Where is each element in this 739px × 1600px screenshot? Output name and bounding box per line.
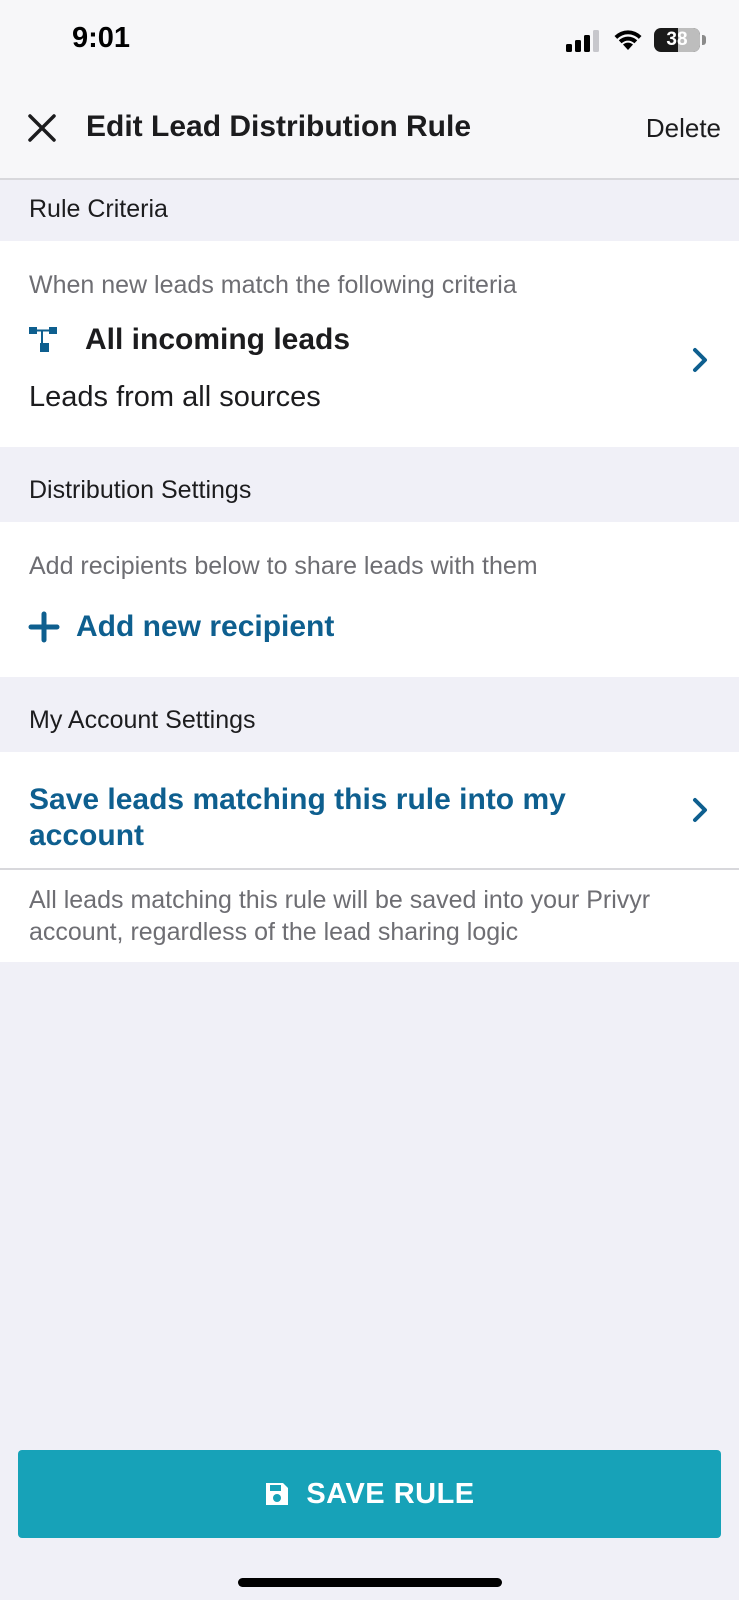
add-recipient-button[interactable]: Add new recipient (28, 610, 334, 644)
rule-criteria-description: When new leads match the following crite… (29, 271, 517, 299)
distribution-description: Add recipients below to share leads with… (29, 552, 538, 580)
battery-nub (702, 35, 706, 45)
distribution-settings-header: Distribution Settings (29, 476, 252, 504)
close-icon[interactable] (24, 110, 60, 146)
divider (0, 868, 739, 870)
save-rule-button[interactable]: SAVE RULE (18, 1450, 721, 1538)
account-settings-card: Save leads matching this rule into my ac… (0, 752, 739, 962)
save-leads-row[interactable]: Save leads matching this rule into my ac… (0, 752, 739, 868)
screen: 9:01 38 Edit Lead Distribution Rule Dele… (0, 0, 739, 1600)
criteria-title: All incoming leads (85, 323, 351, 356)
status-time: 9:01 (72, 22, 131, 54)
distribution-settings-card: Add recipients below to share leads with… (0, 522, 739, 677)
plus-icon (28, 611, 60, 643)
add-recipient-label: Add new recipient (76, 610, 335, 643)
chevron-right-icon (693, 348, 707, 372)
wifi-icon (614, 30, 642, 50)
battery-icon: 38 (654, 28, 700, 52)
rule-criteria-header: Rule Criteria (29, 195, 168, 223)
nav-bar: Edit Lead Distribution Rule Delete (0, 80, 739, 180)
account-settings-header: My Account Settings (29, 706, 256, 734)
delete-button[interactable]: Delete (646, 113, 721, 144)
battery-level: 38 (666, 29, 688, 50)
save-rule-label: SAVE RULE (306, 1477, 475, 1510)
criteria-row: All incoming leads (29, 323, 350, 357)
account-footnote: All leads matching this rule will be sav… (29, 886, 651, 946)
home-indicator (238, 1578, 502, 1587)
save-leads-label: Save leads matching this rule into my ac… (29, 783, 566, 852)
status-bar: 9:01 38 (0, 0, 739, 80)
chevron-right-icon (693, 798, 707, 822)
hierarchy-icon (29, 327, 57, 352)
rule-criteria-card[interactable]: When new leads match the following crite… (0, 241, 739, 447)
cellular-signal-icon (566, 30, 599, 52)
floppy-disk-icon (266, 1483, 289, 1505)
criteria-subtitle: Leads from all sources (29, 381, 321, 413)
page-title: Edit Lead Distribution Rule (86, 110, 472, 143)
